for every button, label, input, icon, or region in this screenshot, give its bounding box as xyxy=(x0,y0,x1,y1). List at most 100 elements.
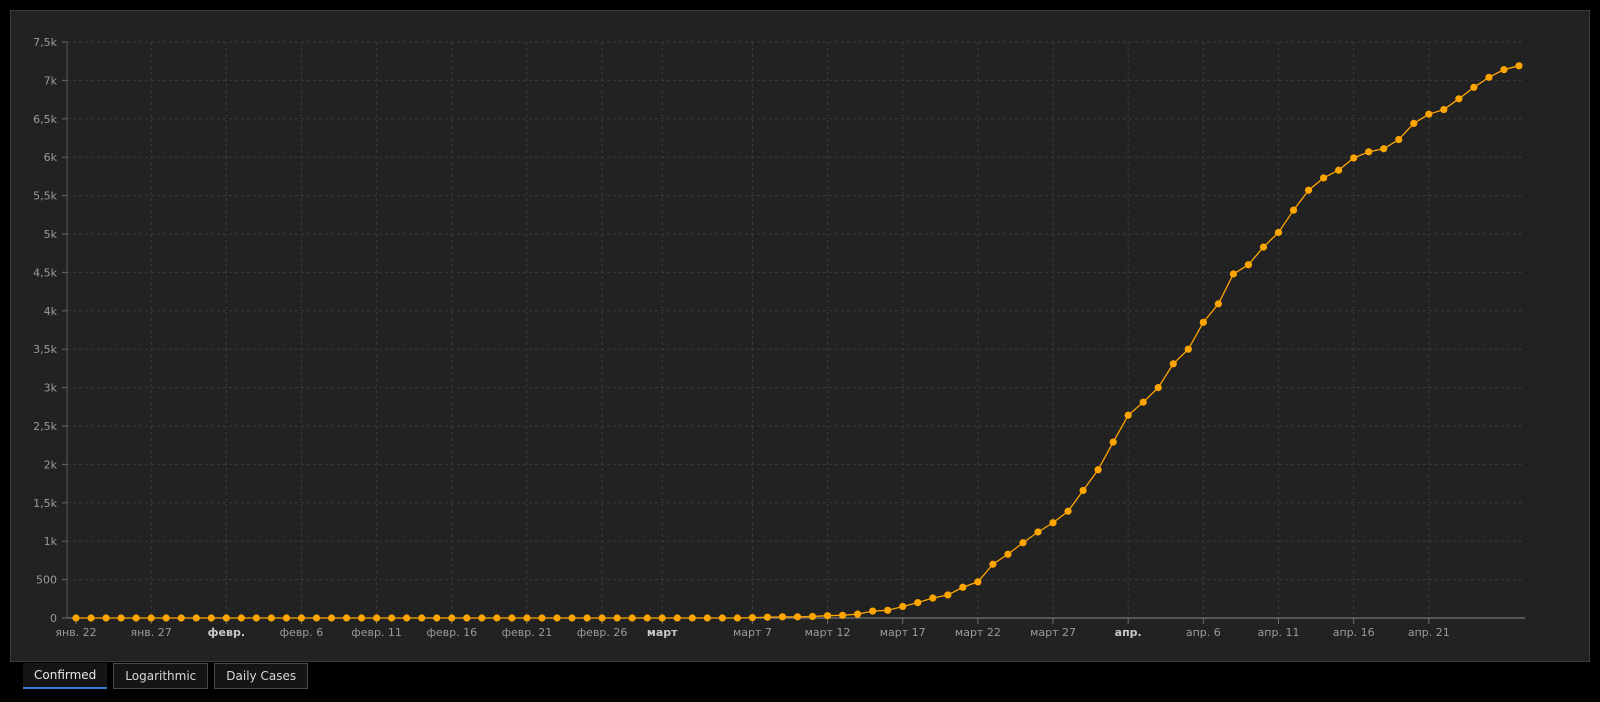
data-point[interactable] xyxy=(403,614,411,622)
data-point[interactable] xyxy=(583,614,591,622)
data-point[interactable] xyxy=(914,599,922,607)
data-point[interactable] xyxy=(778,613,787,621)
data-point[interactable] xyxy=(793,613,802,621)
data-point[interactable] xyxy=(297,614,306,622)
tab-logarithmic[interactable]: Logarithmic xyxy=(113,663,209,689)
data-point[interactable] xyxy=(1395,135,1403,144)
data-point[interactable] xyxy=(1500,66,1508,74)
data-point[interactable] xyxy=(643,614,651,622)
tab-daily-cases[interactable]: Daily Cases xyxy=(214,663,309,689)
data-point[interactable] xyxy=(1350,154,1358,162)
data-point[interactable] xyxy=(959,583,967,591)
data-point[interactable] xyxy=(478,614,486,622)
data-point[interactable] xyxy=(1425,110,1433,118)
data-point[interactable] xyxy=(628,614,636,622)
data-point[interactable] xyxy=(222,614,230,622)
data-point[interactable] xyxy=(1139,398,1147,406)
data-point[interactable] xyxy=(989,560,997,568)
data-point[interactable] xyxy=(1455,95,1463,103)
data-point[interactable] xyxy=(493,614,501,622)
data-point[interactable] xyxy=(237,614,245,622)
data-point[interactable] xyxy=(884,606,892,614)
data-point[interactable] xyxy=(463,614,471,622)
data-point[interactable] xyxy=(1289,206,1298,214)
data-point[interactable] xyxy=(703,614,711,622)
data-point[interactable] xyxy=(448,614,456,622)
data-point[interactable] xyxy=(869,607,877,615)
data-point[interactable] xyxy=(1169,360,1177,368)
data-point[interactable] xyxy=(808,612,817,621)
data-point[interactable] xyxy=(282,614,291,622)
data-point[interactable] xyxy=(433,614,441,622)
data-point[interactable] xyxy=(327,614,336,622)
data-point[interactable] xyxy=(854,610,862,618)
data-point[interactable] xyxy=(207,614,215,622)
data-point[interactable] xyxy=(508,614,516,622)
data-point[interactable] xyxy=(929,594,937,602)
data-point[interactable] xyxy=(1184,345,1192,353)
data-point[interactable] xyxy=(312,614,321,622)
data-point[interactable] xyxy=(1199,318,1207,326)
data-point[interactable] xyxy=(1154,384,1162,392)
data-point[interactable] xyxy=(1214,300,1222,308)
data-point[interactable] xyxy=(613,614,621,622)
data-point[interactable] xyxy=(1109,438,1117,446)
data-point[interactable] xyxy=(658,614,666,622)
data-point[interactable] xyxy=(553,614,561,622)
data-point[interactable] xyxy=(523,614,531,622)
data-point[interactable] xyxy=(1440,105,1448,114)
data-point[interactable] xyxy=(1410,119,1418,128)
data-point[interactable] xyxy=(342,614,351,622)
data-point[interactable] xyxy=(673,614,681,622)
data-point[interactable] xyxy=(1319,174,1328,182)
data-point[interactable] xyxy=(1124,411,1132,419)
data-point[interactable] xyxy=(357,614,366,622)
data-point[interactable] xyxy=(1229,270,1238,278)
data-point[interactable] xyxy=(1274,228,1283,237)
data-point[interactable] xyxy=(418,614,426,622)
data-point[interactable] xyxy=(1470,83,1478,91)
data-point[interactable] xyxy=(1380,145,1388,153)
data-point[interactable] xyxy=(899,602,907,611)
data-point[interactable] xyxy=(373,614,381,622)
data-point[interactable] xyxy=(1365,148,1373,156)
data-point[interactable] xyxy=(1019,539,1027,547)
data-point[interactable] xyxy=(1335,166,1343,174)
data-point[interactable] xyxy=(177,614,185,622)
data-point[interactable] xyxy=(1515,62,1523,70)
data-point[interactable] xyxy=(1304,186,1313,194)
data-point[interactable] xyxy=(733,614,741,622)
data-point[interactable] xyxy=(162,614,170,622)
data-point[interactable] xyxy=(117,614,125,622)
data-point[interactable] xyxy=(823,612,832,620)
data-point[interactable] xyxy=(718,614,726,622)
data-point[interactable] xyxy=(1079,486,1087,495)
data-point[interactable] xyxy=(1034,528,1042,536)
data-point[interactable] xyxy=(102,614,110,622)
data-point[interactable] xyxy=(1244,261,1253,269)
data-point[interactable] xyxy=(147,614,155,622)
data-point[interactable] xyxy=(388,614,396,622)
data-point[interactable] xyxy=(267,614,276,622)
data-point[interactable] xyxy=(72,614,80,622)
data-point[interactable] xyxy=(1485,73,1493,81)
data-point[interactable] xyxy=(974,578,982,586)
data-point[interactable] xyxy=(1049,519,1057,527)
data-point[interactable] xyxy=(1064,507,1072,515)
data-point[interactable] xyxy=(688,614,696,622)
data-point[interactable] xyxy=(598,614,606,622)
data-point[interactable] xyxy=(944,591,952,599)
data-point[interactable] xyxy=(763,613,772,621)
data-point[interactable] xyxy=(748,614,757,622)
data-point[interactable] xyxy=(132,614,140,622)
data-point[interactable] xyxy=(838,611,847,619)
data-point[interactable] xyxy=(568,614,576,622)
tab-confirmed[interactable]: Confirmed xyxy=(23,663,108,689)
data-point[interactable] xyxy=(1259,243,1268,251)
data-point[interactable] xyxy=(1004,550,1012,558)
data-point[interactable] xyxy=(1094,466,1102,474)
data-point[interactable] xyxy=(252,614,260,622)
data-point[interactable] xyxy=(192,614,200,622)
data-point[interactable] xyxy=(538,614,546,622)
data-point[interactable] xyxy=(87,614,95,622)
